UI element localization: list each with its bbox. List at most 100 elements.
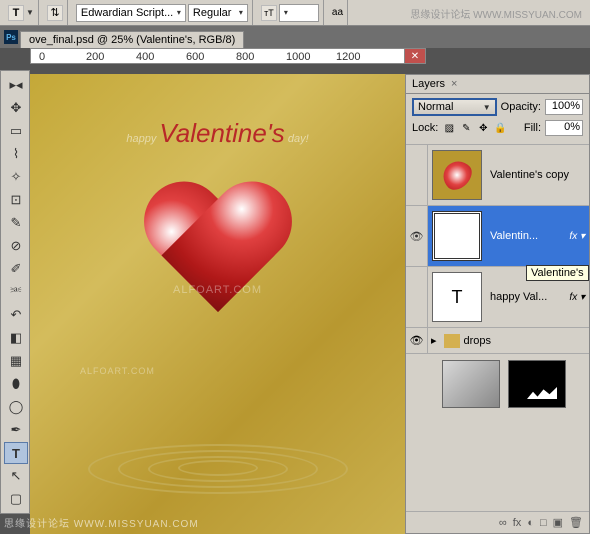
group-name[interactable]: drops: [464, 335, 492, 347]
pen-tool[interactable]: ✒: [4, 419, 28, 441]
font-size-icon[interactable]: тT: [261, 5, 277, 21]
lock-label: Lock:: [412, 122, 438, 134]
move-tool[interactable]: ✥: [4, 97, 28, 119]
lock-position-icon[interactable]: ✥: [476, 121, 490, 135]
ruler-mark: 1200: [336, 51, 360, 63]
layer-name[interactable]: Valentine's copy: [486, 169, 589, 181]
layers-tab-label: Layers: [412, 78, 445, 90]
visibility-toggle[interactable]: [406, 267, 428, 327]
font-style-dropdown[interactable]: Regular ▾: [188, 4, 248, 22]
lasso-tool[interactable]: ⌇: [4, 143, 28, 165]
canvas-watermark-small: ALFOART.COM: [80, 366, 155, 376]
chevron-down-icon[interactable]: ▼: [26, 8, 34, 17]
layer-item[interactable]: 👁 T Valentin... fx ▾: [406, 206, 589, 267]
layer-style-icon[interactable]: fx: [513, 517, 522, 529]
shape-tool[interactable]: ▢: [4, 488, 28, 510]
fill-input[interactable]: 0%: [545, 120, 583, 136]
layer-effects-icon[interactable]: fx ▾: [569, 231, 589, 242]
disclosure-triangle-icon[interactable]: ▸: [428, 334, 440, 347]
layer-item[interactable]: Valentine's copy: [406, 145, 589, 206]
layer-controls: Normal ▼ Opacity: 100% Lock: ▨ ✎ ✥ 🔒 Fil…: [406, 94, 589, 145]
heart-graphic: [138, 184, 298, 334]
layers-panel-tab[interactable]: Layers ×: [406, 75, 589, 94]
crop-tool[interactable]: ⊡: [4, 189, 28, 211]
chevron-down-icon: ▾: [177, 8, 181, 17]
blend-mode-value: Normal: [418, 101, 453, 113]
layers-panel-footer: ∞ fx ◐ □ ▣ 🗑: [406, 511, 589, 533]
watermark-top: 思缘设计论坛 WWW.MISSYUAN.COM: [410, 6, 582, 21]
gradient-tool[interactable]: ▦: [4, 350, 28, 372]
dodge-tool[interactable]: ◯: [4, 396, 28, 418]
horizontal-ruler: 0 200 400 600 800 1000 1200: [30, 48, 405, 64]
fill-label: Fill:: [524, 122, 541, 134]
font-family-value: Edwardian Script...: [81, 7, 173, 19]
layer-mask-icon[interactable]: ◐: [527, 517, 534, 529]
chevron-down-icon: ▾: [239, 8, 243, 17]
watermark-bottom: 思缘设计论坛 WWW.MISSYUAN.COM: [4, 515, 199, 530]
layer-thumbnail[interactable]: T: [432, 211, 482, 261]
folder-icon: [444, 334, 460, 348]
layer-thumbnail[interactable]: [432, 150, 482, 200]
lock-image-icon[interactable]: ✎: [459, 121, 473, 135]
ruler-mark: 600: [186, 51, 204, 63]
marquee-tool[interactable]: ▭: [4, 120, 28, 142]
opacity-input[interactable]: 100%: [545, 99, 583, 115]
layer-list: Valentine's copy 👁 T Valentin... fx ▾ Va…: [406, 145, 589, 414]
layer-effects-icon[interactable]: fx ▾: [569, 292, 589, 303]
lock-icons-group: ▨ ✎ ✥ 🔒: [442, 121, 507, 135]
visibility-toggle[interactable]: 👁: [406, 206, 428, 266]
antialias-label: aa: [332, 7, 343, 18]
layer-group[interactable]: 👁 ▸ drops: [406, 328, 589, 354]
lock-all-icon[interactable]: 🔒: [493, 121, 507, 135]
lock-transparency-icon[interactable]: ▨: [442, 121, 456, 135]
layer-thumbnail[interactable]: [442, 360, 500, 408]
font-size-dropdown[interactable]: ▾: [279, 4, 319, 22]
eraser-tool[interactable]: ◧: [4, 327, 28, 349]
water-ripple-graphic: [78, 414, 358, 494]
magic-wand-tool[interactable]: ✧: [4, 166, 28, 188]
blur-tool[interactable]: ⬮: [4, 373, 28, 395]
close-button[interactable]: ✕: [404, 48, 426, 64]
type-tool[interactable]: T: [4, 442, 28, 464]
text-valentines: Valentine's: [159, 118, 284, 148]
clone-stamp-tool[interactable]: ⎃: [4, 281, 28, 303]
history-brush-tool[interactable]: ↶: [4, 304, 28, 326]
brush-tool[interactable]: ✐: [4, 258, 28, 280]
type-tool-icon: T: [8, 5, 24, 21]
layer-item[interactable]: [406, 354, 589, 414]
font-family-dropdown[interactable]: Edwardian Script... ▾: [76, 4, 186, 22]
eyedropper-tool[interactable]: ✎: [4, 212, 28, 234]
text-day: day!: [285, 133, 309, 145]
font-style-value: Regular: [193, 7, 232, 19]
layer-name[interactable]: Valentin...: [486, 230, 569, 242]
layers-panel: Layers × Normal ▼ Opacity: 100% Lock: ▨ …: [405, 74, 590, 534]
text-happy: happy: [126, 133, 159, 145]
orientation-toggle-icon[interactable]: ⇅: [47, 5, 63, 21]
opacity-label: Opacity:: [501, 101, 541, 113]
link-layers-icon[interactable]: ∞: [499, 517, 507, 529]
close-icon[interactable]: ×: [451, 78, 457, 90]
handle-icon[interactable]: ▸◂: [4, 74, 28, 96]
visibility-toggle[interactable]: 👁: [406, 328, 428, 354]
document-canvas[interactable]: happy Valentine's day! ALFOART.COM ALFOA…: [30, 74, 405, 534]
ruler-mark: 0: [39, 51, 45, 63]
layer-mask-thumbnail[interactable]: [508, 360, 566, 408]
path-selection-tool[interactable]: ↖: [4, 465, 28, 487]
delete-layer-icon[interactable]: 🗑: [569, 516, 583, 529]
visibility-toggle[interactable]: [406, 145, 428, 205]
healing-brush-tool[interactable]: ⊘: [4, 235, 28, 257]
document-tab[interactable]: ove_final.psd @ 25% (Valentine's, RGB/8): [20, 31, 244, 48]
layer-name[interactable]: happy Val...: [486, 291, 569, 303]
canvas-watermark-center: ALFOART.COM: [173, 284, 262, 296]
document-tab-bar: Ps ove_final.psd @ 25% (Valentine's, RGB…: [0, 26, 590, 48]
ruler-mark: 400: [136, 51, 154, 63]
layer-name-tooltip: Valentine's: [526, 265, 589, 281]
photoshop-logo-icon: Ps: [4, 30, 18, 44]
chevron-down-icon: ▾: [284, 8, 288, 17]
ruler-mark: 1000: [286, 51, 310, 63]
new-group-icon[interactable]: ▣: [553, 516, 563, 529]
tools-panel: ▸◂ ✥ ▭ ⌇ ✧ ⊡ ✎ ⊘ ✐ ⎃ ↶ ◧ ▦ ⬮ ◯ ✒ T ↖ ▢: [0, 70, 30, 514]
blend-mode-dropdown[interactable]: Normal ▼: [412, 98, 497, 116]
adjustment-layer-icon[interactable]: □: [540, 517, 547, 529]
layer-thumbnail[interactable]: T: [432, 272, 482, 322]
